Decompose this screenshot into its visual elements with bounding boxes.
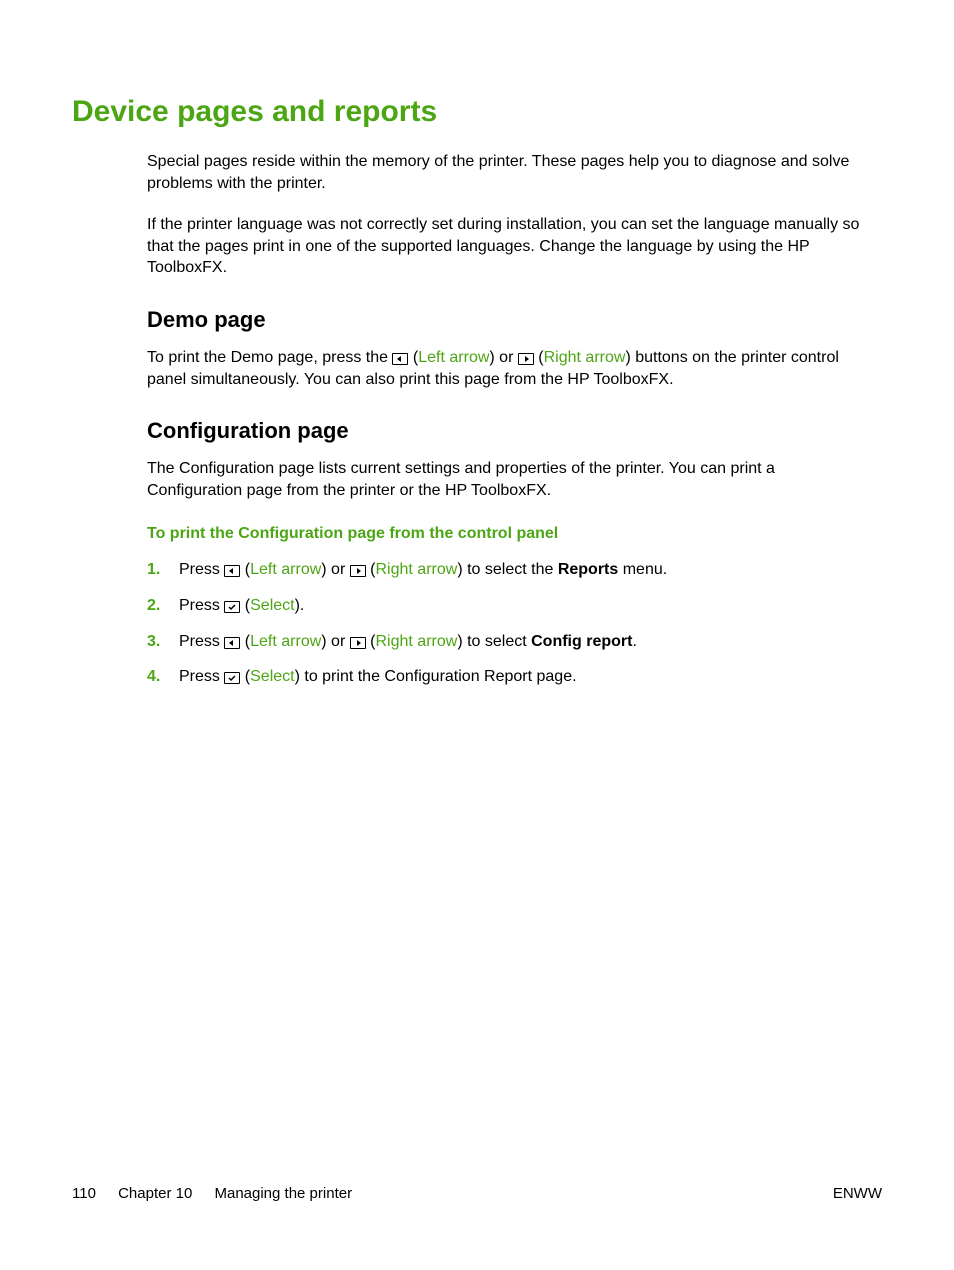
right-arrow-icon [350, 637, 366, 649]
page-title: Device pages and reports [72, 95, 882, 129]
right-arrow-label: Right arrow [376, 633, 458, 650]
step-number: 4. [147, 666, 179, 688]
select-icon [224, 601, 240, 613]
right-arrow-icon [350, 565, 366, 577]
step-4: 4. Press (Select) to print the Configura… [147, 666, 874, 688]
intro-paragraph-1: Special pages reside within the memory o… [147, 151, 874, 194]
select-icon [224, 672, 240, 684]
configuration-page-heading: Configuration page [147, 418, 874, 444]
left-arrow-label: Left arrow [418, 349, 489, 366]
demo-page-text: To print the Demo page, press the (Left … [147, 347, 874, 390]
footer-page-number: 110 [72, 1185, 96, 1202]
step-2: 2. Press (Select). [147, 595, 874, 617]
right-arrow-label: Right arrow [376, 561, 458, 578]
footer-chapter: Chapter 10 [118, 1185, 192, 1202]
left-arrow-label: Left arrow [250, 633, 321, 650]
select-label: Select [250, 597, 294, 614]
step-3: 3. Press (Left arrow) or (Right arrow) t… [147, 631, 874, 653]
step-number: 2. [147, 595, 179, 617]
footer-section: Managing the printer [214, 1185, 352, 1202]
select-label: Select [250, 668, 294, 685]
left-arrow-icon [224, 637, 240, 649]
demo-page-heading: Demo page [147, 307, 874, 333]
left-arrow-label: Left arrow [250, 561, 321, 578]
steps-list: 1. Press (Left arrow) or (Right arrow) t… [147, 559, 874, 687]
step-1: 1. Press (Left arrow) or (Right arrow) t… [147, 559, 874, 581]
page-footer: 110 Chapter 10 Managing the printer ENWW [72, 1185, 882, 1202]
left-arrow-icon [224, 565, 240, 577]
configuration-page-text: The Configuration page lists current set… [147, 458, 874, 501]
right-arrow-icon [518, 353, 534, 365]
step-number: 1. [147, 559, 179, 581]
configuration-subheading: To print the Configuration page from the… [147, 525, 874, 543]
intro-paragraph-2: If the printer language was not correctl… [147, 214, 874, 279]
step-number: 3. [147, 631, 179, 653]
footer-right: ENWW [833, 1185, 882, 1202]
right-arrow-label: Right arrow [544, 349, 626, 366]
left-arrow-icon [392, 353, 408, 365]
